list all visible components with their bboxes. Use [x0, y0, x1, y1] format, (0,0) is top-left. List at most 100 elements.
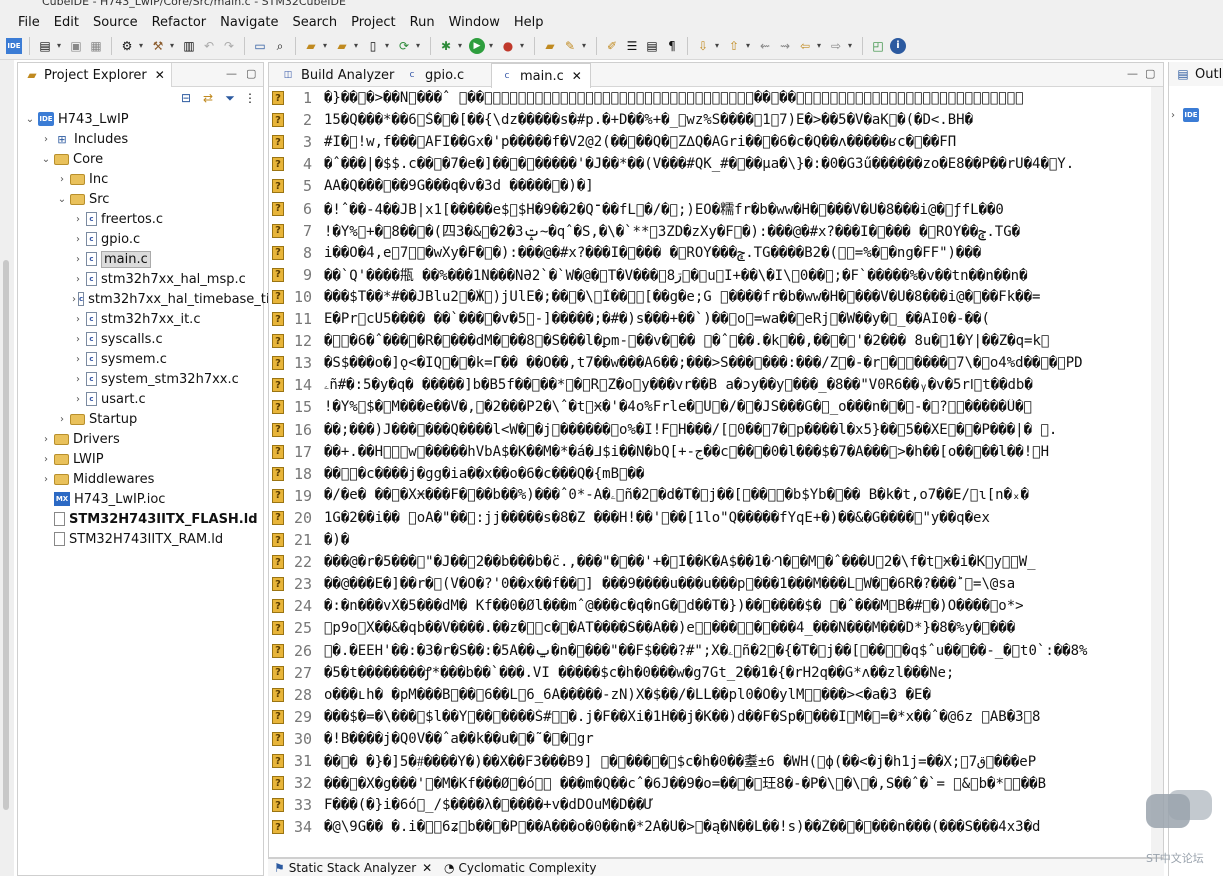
code-line[interactable]: ? 31 �� � �}�]5�#ؚ����Y�)��X��F3���B9]  � …: [269, 750, 1163, 772]
debug-bug-icon[interactable]: ✱: [438, 38, 454, 54]
warning-marker-icon[interactable]: ?: [272, 223, 284, 238]
outline-tree-row[interactable]: › IDE: [1171, 108, 1201, 122]
chevron-down-icon[interactable]: ▾: [55, 38, 63, 54]
chevron-down-icon[interactable]: ⌄: [24, 114, 36, 125]
warning-marker-icon[interactable]: ?: [272, 201, 284, 216]
tree-item[interactable]: MX H743_LwIP.ioc: [18, 489, 263, 509]
warning-marker-icon[interactable]: ?: [272, 466, 284, 481]
code-line[interactable]: ? 2 15�Q���*��6 Š� �[��{\dz�����s�#p.�+D��…: [269, 109, 1163, 131]
warning-marker-icon[interactable]: ?: [272, 422, 284, 437]
maximize-icon[interactable]: ▢: [1145, 67, 1155, 80]
tree-item[interactable]: ⌄ Src: [18, 189, 263, 209]
chevron-down-icon[interactable]: ▾: [518, 38, 526, 54]
maximize-icon[interactable]: ▢: [246, 67, 256, 80]
code-line[interactable]: ? 18 ��  �c����j�gg�ia��x��o�6�c���Q�{mB �…: [269, 463, 1163, 485]
code-line[interactable]: ? 23 ��@���E�]��r� (V�O�?'0��x��f�� ] ���9…: [269, 573, 1163, 595]
code-line[interactable]: ? 19 �/�e� �� �XӾ���F� ��b��%)���ˆ0*-A� ۦñ…: [269, 485, 1163, 507]
close-icon[interactable]: ✕: [422, 861, 432, 875]
warning-marker-icon[interactable]: ?: [272, 135, 284, 150]
search-icon[interactable]: ⌕: [272, 38, 288, 54]
tree-item[interactable]: › ⊞ Includes: [18, 129, 263, 149]
minimize-icon[interactable]: —: [1127, 67, 1138, 80]
chevron-right-icon[interactable]: ›: [72, 334, 84, 345]
new-project-icon[interactable]: ▰: [303, 38, 319, 54]
warning-marker-icon[interactable]: ?: [272, 687, 284, 702]
menu-search[interactable]: Search: [292, 15, 337, 30]
code-line[interactable]: ? 15 !�Y% $� M���e��V�, �2���P2�\ˆ�t Ӿ�'�4…: [269, 396, 1163, 418]
tree-item[interactable]: › Drivers: [18, 429, 263, 449]
code-line[interactable]: ? 10 ���$T��*#��JBlu2 �Ӂ )jUlE�;�� �\ Ȉ�� …: [269, 286, 1163, 308]
code-line[interactable]: ? 20 1G�2��i��  oA�"�� :jj�����s�8�Z ���H!…: [269, 507, 1163, 529]
warning-marker-icon[interactable]: ?: [272, 488, 284, 503]
chevron-down-icon[interactable]: ▾: [168, 38, 176, 54]
warning-marker-icon[interactable]: ?: [272, 91, 284, 105]
undo-icon[interactable]: ↶: [201, 38, 217, 54]
code-line[interactable]: ? 5 AA�Q��� ��9G���q�v�3d ����� �)�]: [269, 175, 1163, 197]
chevron-right-icon[interactable]: ›: [40, 134, 52, 145]
code-line[interactable]: ? 24 �:�n���vX�5���dM� Kf��0�Øl���mˆ@���c�…: [269, 595, 1163, 617]
warning-marker-icon[interactable]: ?: [272, 621, 284, 636]
code-line[interactable]: ? 3 #I� !w,f��� AFI��Gx�'p�����f�V2@2(�� �…: [269, 131, 1163, 153]
redo-icon[interactable]: ↷: [221, 38, 237, 54]
warning-marker-icon[interactable]: ?: [272, 245, 284, 260]
code-line[interactable]: ? 21 �)�: [269, 529, 1163, 551]
code-line[interactable]: ? 25  p9o X��&�qb��V����.��z�  c� �AT����S…: [269, 617, 1163, 639]
chevron-down-icon[interactable]: ▾: [383, 38, 391, 54]
filter-icon[interactable]: ⏷: [222, 90, 238, 106]
code-line[interactable]: ? 26  �.�EEH'��:�3�r�S��:�5A��ݐ�n� ���"��F…: [269, 640, 1163, 662]
chevron-down-icon[interactable]: ▾: [846, 38, 854, 54]
collapse-all-icon[interactable]: ⊟: [178, 90, 194, 106]
code-line[interactable]: ? 16 ��;���)J��� ���Q����l<W� �j ������ o%…: [269, 419, 1163, 441]
chevron-right-icon[interactable]: ›: [40, 474, 52, 485]
warning-marker-icon[interactable]: ?: [272, 776, 284, 791]
chevron-down-icon[interactable]: ⌄: [56, 194, 68, 205]
warning-marker-icon[interactable]: ?: [272, 356, 284, 371]
warning-marker-icon[interactable]: ?: [272, 400, 284, 415]
warning-marker-icon[interactable]: ?: [272, 334, 284, 349]
view-menu-icon[interactable]: ⋮: [242, 90, 258, 106]
tree-item[interactable]: STM32H743IITX_FLASH.ld: [18, 509, 263, 529]
tree-item[interactable]: › c system_stm32h7xx.c: [18, 369, 263, 389]
new-icon[interactable]: ▤: [37, 38, 53, 54]
open-folder-icon[interactable]: ▰: [542, 38, 558, 54]
code-editor[interactable]: ? 1 �}�� �>��N ���ˆ  ��                   …: [269, 87, 1163, 857]
code-line[interactable]: ? 29 ���$�=�\��� $l��Y �� ����Ś#  �.j�F��X…: [269, 706, 1163, 728]
chevron-down-icon[interactable]: ⌄: [40, 154, 52, 165]
warning-marker-icon[interactable]: ?: [272, 643, 284, 658]
menu-refactor[interactable]: Refactor: [152, 15, 207, 30]
code-line[interactable]: ? 22 ���@�r�5��� "�J�� 2��b���b�c̈.,���"� …: [269, 551, 1163, 573]
warning-marker-icon[interactable]: ?: [272, 113, 284, 128]
perspective-icon[interactable]: ◰: [870, 38, 886, 54]
tree-item[interactable]: › c stm32h7xx_hal_timebase_tim.c: [18, 289, 293, 309]
forward-icon[interactable]: ⇨: [828, 38, 844, 54]
code-line[interactable]: ? 30 �!B����j�Q0V��ˆa��k��u� �˜� � gr: [269, 728, 1163, 750]
tab-cyclomatic-complexity[interactable]: ◔ Cyclomatic Complexity: [444, 861, 597, 875]
chevron-right-icon[interactable]: ›: [72, 374, 84, 385]
warning-marker-icon[interactable]: ?: [272, 533, 284, 547]
external-tools-icon[interactable]: ●: [500, 38, 516, 54]
build-all-icon[interactable]: ▥: [181, 38, 197, 54]
info-icon[interactable]: i: [890, 38, 906, 54]
tree-item[interactable]: › c main.c: [18, 249, 263, 269]
code-line[interactable]: ? 9 ��`Q'����甁 ��%���1N���NӘ2`�`W�@� T�V��…: [269, 264, 1163, 286]
prev-annotation-icon[interactable]: ⇧: [726, 38, 742, 54]
chevron-right-icon[interactable]: ›: [72, 234, 84, 245]
chevron-down-icon[interactable]: ▾: [414, 38, 422, 54]
list-icon[interactable]: ☰: [624, 38, 640, 54]
code-line[interactable]: ? 17 ��+.��H   w �����hVbA$�K��M�*�á�ᒧ$i��…: [269, 441, 1163, 463]
save-all-icon[interactable]: ▦: [88, 38, 104, 54]
run-icon[interactable]: ▶: [469, 38, 485, 54]
chevron-down-icon[interactable]: ▾: [713, 38, 721, 54]
warning-marker-icon[interactable]: ?: [272, 289, 284, 304]
tab-project-explorer[interactable]: ▰ Project Explorer ✕: [18, 63, 172, 87]
code-line[interactable]: ? 13 �S$���o�]ǫ<�IQ � �k=Γ�� ��O��,t7��w��…: [269, 352, 1163, 374]
highlight-icon[interactable]: ✐: [604, 38, 620, 54]
menu-edit[interactable]: Edit: [54, 15, 79, 30]
tree-item[interactable]: › Middlewares: [18, 469, 263, 489]
warning-marker-icon[interactable]: ?: [272, 754, 284, 768]
settings-icon[interactable]: ⚙: [119, 38, 135, 54]
warning-marker-icon[interactable]: ?: [272, 709, 284, 724]
console-icon[interactable]: ▭: [252, 38, 268, 54]
tab-static-stack-analyzer[interactable]: ⚑ Static Stack Analyzer ✕: [274, 861, 432, 875]
tab-outline[interactable]: ▤ Outline: [1169, 62, 1223, 86]
